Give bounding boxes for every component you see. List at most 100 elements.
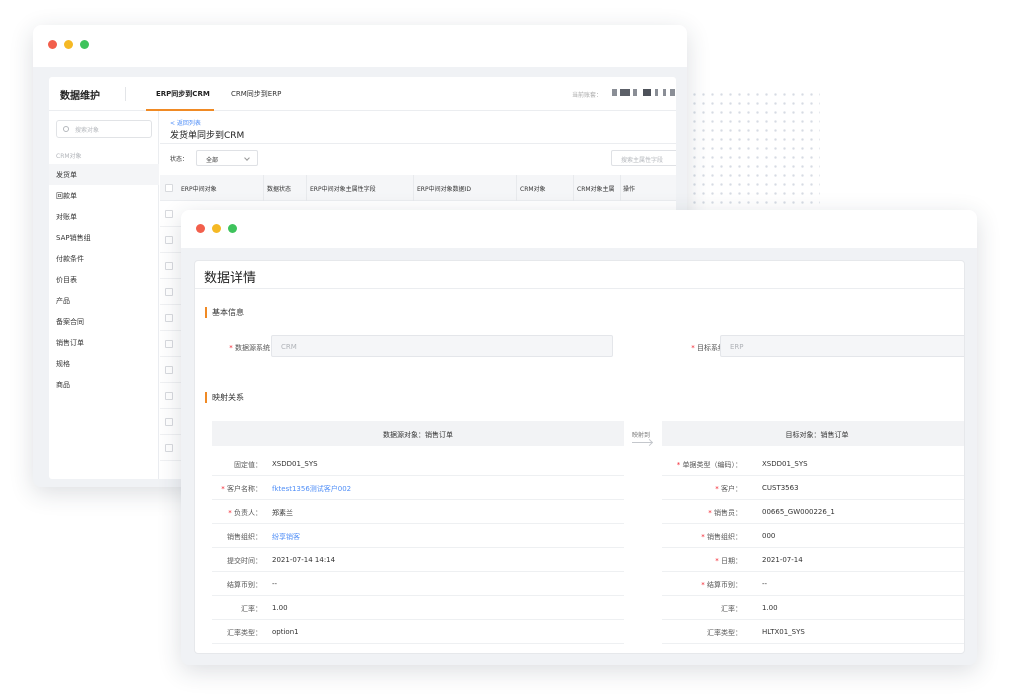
header-divider — [125, 87, 126, 101]
column-divider — [620, 175, 621, 201]
window-titlebar — [181, 210, 977, 248]
row-checkbox[interactable] — [165, 392, 173, 400]
column-divider — [573, 175, 574, 201]
field-value: 2021-07-14 14:14 — [272, 556, 336, 564]
app-header: 数据维护 ERP同步到CRM CRM同步到ERP 当前账套： — [49, 77, 676, 111]
row-checkbox[interactable] — [165, 314, 173, 322]
target-system-field[interactable]: ERP — [720, 335, 964, 357]
account-name-redacted — [633, 89, 637, 96]
mapped-to-label: 映射到 — [632, 432, 651, 439]
field-value: XSDD01_SYS — [762, 460, 808, 468]
sidebar-item-price-list[interactable]: 价目表 — [49, 269, 159, 290]
status-filter-label: 状态： — [170, 156, 189, 163]
title-divider — [195, 288, 964, 289]
source-field-row: * 客户名称： fktest1356测试客户002 — [212, 476, 624, 500]
field-search-input[interactable]: 搜索主属性字段 — [611, 150, 676, 166]
tab-crm-to-erp[interactable]: CRM同步到ERP — [231, 89, 281, 99]
target-field-row: 汇率类型： HLTX01_SYS — [662, 620, 964, 644]
sales-org-link[interactable]: 纷享销客 — [272, 532, 300, 542]
column-header: 操作 — [623, 186, 636, 193]
field-label: * 客户： — [715, 485, 742, 493]
source-field-row: 销售组织： 纷享销客 — [212, 524, 624, 548]
row-checkbox[interactable] — [165, 340, 173, 348]
select-all-checkbox[interactable] — [165, 184, 173, 192]
row-checkbox[interactable] — [165, 444, 173, 452]
row-checkbox[interactable] — [165, 262, 173, 270]
page-title: 发货单同步到CRM — [170, 131, 245, 141]
column-header: CRM对象 — [520, 186, 546, 193]
field-label: * 单据类型（编码）： — [676, 461, 742, 469]
field-label: * 负责人： — [228, 509, 262, 517]
field-label: 汇率： — [241, 605, 262, 613]
sidebar-item-spec[interactable]: 规格 — [49, 353, 159, 374]
field-value: -- — [272, 580, 278, 588]
object-search-input[interactable]: 搜索对象 — [56, 120, 152, 138]
column-divider — [263, 175, 264, 201]
row-checkbox[interactable] — [165, 210, 173, 218]
status-filter-select[interactable]: 全部 — [196, 150, 258, 166]
sidebar-item-payment-terms[interactable]: 付款条件 — [49, 248, 159, 269]
target-field-row: * 日期： 2021-07-14 — [662, 548, 964, 572]
row-checkbox[interactable] — [165, 288, 173, 296]
field-label: 汇率： — [721, 605, 742, 613]
field-label: 销售组织： — [227, 533, 262, 541]
close-window-button[interactable] — [48, 40, 57, 49]
minimize-window-button[interactable] — [64, 40, 73, 49]
source-system-field[interactable]: CRM — [271, 335, 613, 357]
field-value: XSDD01_SYS — [272, 460, 318, 468]
status-filter-value: 全部 — [206, 157, 219, 164]
section-marker — [205, 392, 207, 403]
customer-name-link[interactable]: fktest1356测试客户002 — [272, 484, 351, 494]
field-value: CUST3563 — [762, 484, 799, 492]
field-value: -- — [762, 580, 768, 588]
sidebar-item-statement[interactable]: 对账单 — [49, 206, 159, 227]
tab-erp-to-crm[interactable]: ERP同步到CRM — [156, 89, 210, 99]
field-label: * 客户名称： — [221, 485, 262, 493]
target-field-row: * 销售组织： 000 — [662, 524, 964, 548]
decorative-dot-grid — [690, 90, 820, 210]
row-checkbox[interactable] — [165, 366, 173, 374]
row-checkbox[interactable] — [165, 418, 173, 426]
table-header: ERP中间对象 数据状态 ERP中间对象主属性字段 ERP中间对象数据ID CR… — [160, 175, 676, 201]
field-value: 1.00 — [762, 604, 778, 612]
account-label: 当前账套： — [572, 92, 603, 99]
maximize-window-button[interactable] — [228, 224, 237, 233]
field-value: 00665_GW000226_1 — [762, 508, 835, 516]
account-name-redacted — [612, 89, 617, 96]
field-label: 提交时间： — [227, 557, 262, 565]
field-value: HLTX01_SYS — [762, 628, 805, 636]
field-label: * 销售组织： — [701, 533, 742, 541]
column-divider — [306, 175, 307, 201]
window-titlebar — [33, 25, 687, 67]
source-field-row: 固定值： XSDD01_SYS — [212, 452, 624, 476]
row-checkbox[interactable] — [165, 236, 173, 244]
maximize-window-button[interactable] — [80, 40, 89, 49]
target-field-row: * 客户： CUST3563 — [662, 476, 964, 500]
sidebar-item-sales-order[interactable]: 销售订单 — [49, 332, 159, 353]
sidebar-item-product[interactable]: 产品 — [49, 290, 159, 311]
account-name-redacted — [670, 89, 675, 96]
column-divider — [413, 175, 414, 201]
object-sidebar: 搜索对象 CRM对象 发货单 回款单 对账单 SAP销售组 付款条件 价目表 产… — [49, 111, 159, 479]
sidebar-item-sap-sales-group[interactable]: SAP销售组 — [49, 227, 159, 248]
column-header: 数据状态 — [267, 186, 292, 193]
field-value: 郑素兰 — [272, 509, 293, 517]
sidebar-item-delivery-note[interactable]: 发货单 — [49, 164, 159, 185]
target-object-header: 目标对象：销售订单 — [662, 421, 964, 446]
account-name-redacted — [643, 89, 651, 96]
minimize-window-button[interactable] — [212, 224, 221, 233]
data-detail-window: 数据详情 基本信息 * 数据源系统 CRM * 目标系统 ERP 映射关系 数据… — [181, 210, 977, 665]
close-window-button[interactable] — [196, 224, 205, 233]
back-to-list-link[interactable]: < 返回列表 — [170, 118, 201, 127]
field-label: 汇率类型： — [227, 629, 262, 637]
column-header: ERP中间对象数据ID — [417, 186, 471, 193]
sidebar-item-goods[interactable]: 商品 — [49, 374, 159, 395]
page-title: 数据详情 — [204, 271, 257, 286]
sidebar-item-filed-contract[interactable]: 备案合同 — [49, 311, 159, 332]
sidebar-item-receipt[interactable]: 回款单 — [49, 185, 159, 206]
source-system-label: * 数据源系统 — [229, 344, 270, 352]
field-value: option1 — [272, 628, 299, 636]
target-system-label: * 目标系统 — [691, 344, 725, 352]
field-label: * 日期： — [715, 557, 742, 565]
account-name-redacted — [663, 89, 666, 96]
